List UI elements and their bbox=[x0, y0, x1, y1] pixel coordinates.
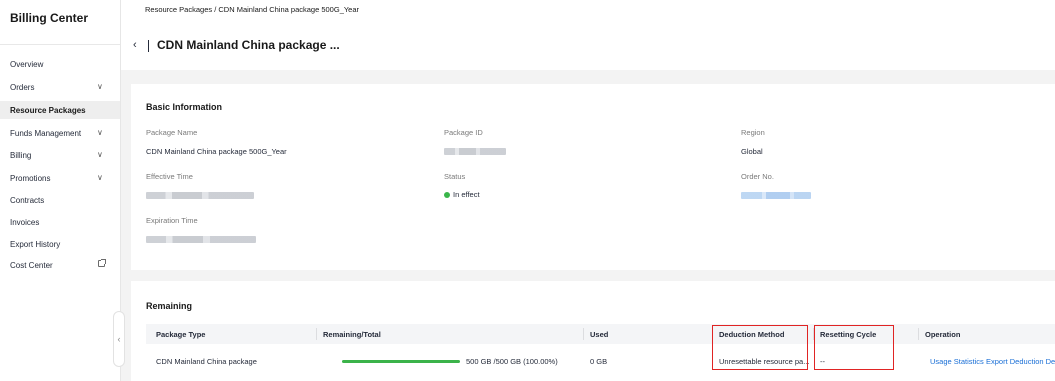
column-header-operation: Operation bbox=[925, 330, 961, 339]
column-header-used: Used bbox=[590, 330, 609, 339]
order-no-label: Order No. bbox=[741, 172, 774, 181]
remaining-title: Remaining bbox=[146, 301, 193, 311]
column-header-package-type: Package Type bbox=[156, 330, 206, 339]
remaining-card: Remaining Package Type Remaining/Total U… bbox=[131, 281, 1055, 381]
breadcrumb[interactable]: Resource Packages / CDN Mainland China p… bbox=[145, 5, 359, 14]
sidebar-item-label: Funds Management bbox=[10, 128, 82, 138]
sidebar-item-label: Orders bbox=[10, 82, 35, 92]
sidebar-item-label: Resource Packages bbox=[10, 105, 86, 115]
sidebar-item-invoices[interactable]: Invoices bbox=[0, 213, 120, 231]
chevron-down-icon: ∨ bbox=[97, 82, 103, 91]
status-text: In effect bbox=[453, 190, 480, 199]
title-divider bbox=[148, 40, 149, 52]
deduction-method-highlight bbox=[712, 325, 808, 370]
chevron-down-icon: ∨ bbox=[97, 128, 103, 137]
sidebar-collapse-button[interactable]: ‹ bbox=[113, 311, 125, 367]
sidebar: Billing Center Overview Orders ∨ Resource… bbox=[0, 0, 121, 381]
effective-time-label: Effective Time bbox=[146, 172, 193, 181]
cell-remaining-total: 500 GB /500 GB (100.00%) bbox=[466, 357, 558, 366]
sidebar-item-label: Promotions bbox=[10, 173, 51, 183]
sidebar-item-billing[interactable]: Billing ∨ bbox=[0, 146, 120, 164]
sidebar-item-label: Contracts bbox=[10, 195, 45, 205]
resetting-cycle-highlight bbox=[814, 325, 894, 370]
sidebar-item-overview[interactable]: Overview bbox=[0, 55, 120, 73]
external-link-icon bbox=[98, 259, 106, 267]
column-divider bbox=[583, 328, 584, 340]
sidebar-item-contracts[interactable]: Contracts bbox=[0, 191, 120, 209]
sidebar-item-label: Cost Center bbox=[10, 260, 53, 270]
status-dot-icon bbox=[444, 192, 450, 198]
back-arrow-icon[interactable]: ‹ bbox=[133, 39, 137, 51]
sidebar-item-label: Invoices bbox=[10, 217, 40, 227]
package-id-redacted bbox=[444, 148, 506, 155]
sidebar-item-label: Billing bbox=[10, 150, 32, 160]
sidebar-item-cost-center[interactable]: Cost Center bbox=[0, 256, 120, 274]
page-header: Resource Packages / CDN Mainland China p… bbox=[121, 0, 1055, 70]
sidebar-item-label: Export History bbox=[10, 239, 61, 249]
basic-information-card: Basic Information Package Name CDN Mainl… bbox=[131, 84, 1055, 270]
usage-statistics-link[interactable]: Usage Statistics bbox=[930, 357, 984, 366]
cell-used: 0 GB bbox=[590, 357, 608, 366]
remaining-progress-bar bbox=[342, 360, 460, 363]
expiration-time-label: Expiration Time bbox=[146, 216, 198, 225]
expiration-time-redacted bbox=[146, 236, 256, 243]
column-header-remaining-total: Remaining/Total bbox=[323, 330, 381, 339]
chevron-down-icon: ∨ bbox=[97, 173, 103, 182]
export-deduction-details-link[interactable]: Export Deduction De bbox=[986, 357, 1055, 366]
sidebar-item-label: Overview bbox=[10, 59, 44, 69]
status-value: In effect bbox=[444, 190, 480, 199]
order-no-link[interactable] bbox=[741, 192, 811, 199]
basic-information-title: Basic Information bbox=[146, 102, 223, 112]
status-label: Status bbox=[444, 172, 466, 181]
sidebar-item-orders[interactable]: Orders ∨ bbox=[0, 78, 120, 96]
sidebar-item-resource-packages[interactable]: Resource Packages bbox=[0, 101, 120, 119]
region-label: Region bbox=[741, 128, 765, 137]
sidebar-item-export-history[interactable]: Export History bbox=[0, 235, 120, 253]
package-name-label: Package Name bbox=[146, 128, 198, 137]
package-id-label: Package ID bbox=[444, 128, 483, 137]
package-name-value: CDN Mainland China package 500G_Year bbox=[146, 147, 287, 156]
page-title: CDN Mainland China package ... bbox=[157, 38, 340, 52]
chevron-down-icon: ∨ bbox=[97, 150, 103, 159]
region-value: Global bbox=[741, 147, 763, 156]
column-divider bbox=[918, 328, 919, 340]
sidebar-item-funds-management[interactable]: Funds Management ∨ bbox=[0, 124, 120, 142]
effective-time-redacted bbox=[146, 192, 254, 199]
cell-package-type: CDN Mainland China package bbox=[156, 357, 257, 366]
remaining-progress-fill bbox=[342, 360, 460, 363]
sidebar-title: Billing Center bbox=[10, 11, 89, 25]
sidebar-divider bbox=[0, 44, 120, 45]
sidebar-item-promotions[interactable]: Promotions ∨ bbox=[0, 169, 120, 187]
table-header: Package Type Remaining/Total Used Deduct… bbox=[146, 324, 1055, 344]
column-divider bbox=[316, 328, 317, 340]
